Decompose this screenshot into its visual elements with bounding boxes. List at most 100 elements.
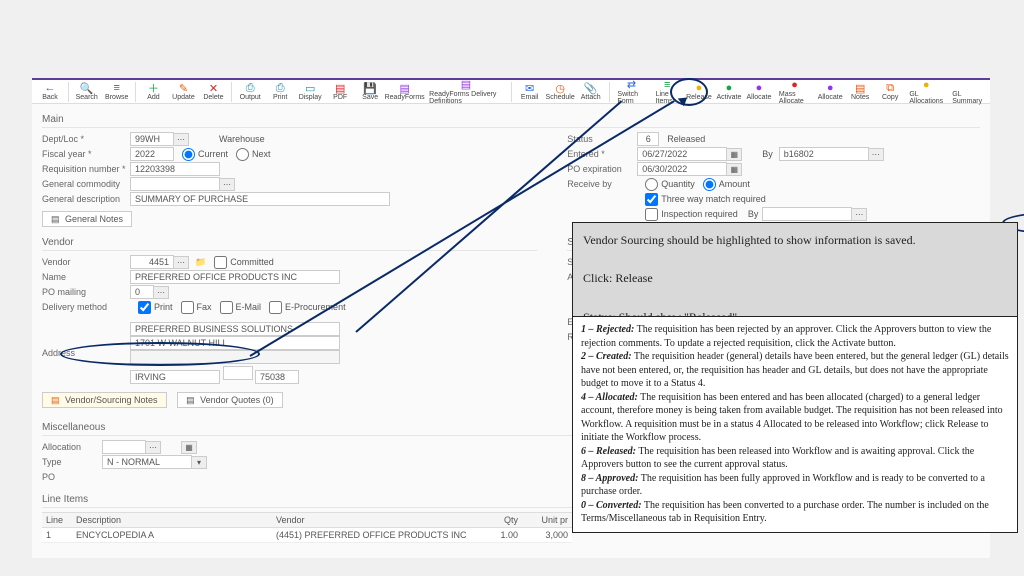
allocate2-button[interactable]: ●Allocate <box>816 82 844 101</box>
schedule-button[interactable]: ◷Schedule <box>546 82 575 101</box>
dropdown-icon[interactable]: ▾ <box>191 456 207 469</box>
glsummary-button[interactable]: GL Summary <box>948 79 986 105</box>
zip-field[interactable]: 75038 <box>255 370 299 384</box>
print-check[interactable] <box>138 301 151 314</box>
calendar-icon[interactable]: ▦ <box>726 148 742 161</box>
pomail-field[interactable]: 0 <box>130 285 154 299</box>
type-field[interactable]: N - NORMAL <box>102 455 192 469</box>
calendar-icon[interactable]: ▦ <box>726 163 742 176</box>
th-desc[interactable]: Description <box>72 513 272 527</box>
lineitems-button[interactable]: ≡Line Items <box>652 79 683 105</box>
inspection-by-field[interactable] <box>762 207 852 221</box>
inspection-check[interactable] <box>645 208 658 221</box>
lookup-icon[interactable]: ⋯ <box>145 441 161 454</box>
threeway-check[interactable] <box>645 193 658 206</box>
status-code-field: 6 <box>637 132 659 146</box>
note-icon: ▤ <box>186 395 196 405</box>
save-icon: 💾 <box>364 82 376 94</box>
section-vendor: Vendor <box>42 233 537 251</box>
email-button[interactable]: ✉Email <box>516 82 544 101</box>
lookup-icon[interactable]: ⋯ <box>173 256 189 269</box>
lookup-icon[interactable]: ⋯ <box>173 133 189 146</box>
gencom-field[interactable] <box>130 177 220 191</box>
lookup-icon[interactable]: ⋯ <box>868 148 884 161</box>
rfdelivery-button[interactable]: ▤ReadyForms Delivery Definitions <box>425 79 507 105</box>
reqnum-field[interactable]: 12203398 <box>130 162 220 176</box>
name-field[interactable]: PREFERRED OFFICE PRODUCTS INC <box>130 270 340 284</box>
update-button[interactable]: ✎Update <box>169 82 197 101</box>
browse-button[interactable]: ≡Browse <box>103 82 131 101</box>
email-check[interactable] <box>220 301 233 314</box>
vendor-quotes-button[interactable]: ▤Vendor Quotes (0) <box>177 392 283 408</box>
eproc-check[interactable] <box>269 301 282 314</box>
lookup-icon[interactable]: ⋯ <box>219 178 235 191</box>
gendesc-label: General description <box>42 194 130 204</box>
plus-icon: ＋ <box>147 82 159 94</box>
notes-icon: ▤ <box>854 82 866 94</box>
readyforms-button[interactable]: ▤ReadyForms <box>386 82 423 101</box>
gendesc-field[interactable]: SUMMARY OF PURCHASE <box>130 192 390 206</box>
amount-radio[interactable] <box>703 178 716 191</box>
table-row[interactable]: 1 ENCYCLOPEDIA A (4451) PREFERRED OFFICE… <box>42 528 572 543</box>
address-label: Address <box>42 348 130 358</box>
th-vendor[interactable]: Vendor <box>272 513 472 527</box>
back-button[interactable]: ←Back <box>36 82 64 101</box>
print-icon: ⎙ <box>274 82 286 94</box>
quantity-radio[interactable] <box>645 178 658 191</box>
allocation-field[interactable] <box>102 440 146 454</box>
addr3-field[interactable] <box>130 350 340 364</box>
th-qty[interactable]: Qty <box>472 513 522 527</box>
poexp-label: PO expiration <box>567 164 637 174</box>
release-button[interactable]: ●Release <box>685 82 713 101</box>
display-button[interactable]: ▭Display <box>296 82 324 101</box>
arrow-left-icon: ← <box>44 82 56 94</box>
lookup-icon[interactable]: ⋯ <box>153 286 169 299</box>
delete-button[interactable]: ✕Delete <box>199 82 227 101</box>
glalloc-button[interactable]: ●GL Allocations <box>906 79 946 105</box>
fy-field[interactable]: 2022 <box>130 147 174 161</box>
allocate-button[interactable]: ●Allocate <box>745 82 773 101</box>
deptloc-field[interactable]: 99WH <box>130 132 174 146</box>
next-radio[interactable] <box>236 148 249 161</box>
city-field[interactable]: IRVING <box>130 370 220 384</box>
receiveby-label: Receive by <box>567 179 637 189</box>
addr1-field[interactable]: PREFERRED BUSINESS SOLUTIONS <box>130 322 340 336</box>
vendor-code-field[interactable]: 4451 <box>130 255 174 269</box>
folder-icon[interactable]: 📁 <box>195 257 206 268</box>
addr2-field[interactable]: 1701 W WALNUT HILL <box>130 336 340 350</box>
name-label: Name <box>42 272 130 282</box>
notes-button[interactable]: ▤Notes <box>846 82 874 101</box>
activate-button[interactable]: ●Activate <box>715 82 743 101</box>
th-line[interactable]: Line <box>42 513 72 527</box>
by-field[interactable]: b16802 <box>779 147 869 161</box>
attach-button[interactable]: 📎Attach <box>577 82 605 101</box>
massallocate-button[interactable]: ●Mass Allocate <box>775 79 814 105</box>
switchform-button[interactable]: ⇄Switch Form <box>613 79 649 105</box>
vendor-sourcing-notes-button[interactable]: ▤Vendor/Sourcing Notes <box>42 392 167 408</box>
search-button[interactable]: 🔍Search <box>73 82 101 101</box>
warehouse-label: Warehouse <box>219 134 265 144</box>
committed-check[interactable] <box>214 256 227 269</box>
general-notes-button[interactable]: ▤General Notes <box>42 211 132 227</box>
output-button[interactable]: ⎙Output <box>236 82 264 101</box>
type-label: Type <box>42 457 102 467</box>
copy-button[interactable]: ⧉Copy <box>876 82 904 101</box>
fax-check[interactable] <box>181 301 194 314</box>
poexp-field[interactable]: 06/30/2022 <box>637 162 727 176</box>
clock-icon: ◷ <box>554 82 566 94</box>
reqnum-label: Requisition number * <box>42 164 130 174</box>
output-icon: ⎙ <box>244 82 256 94</box>
allocate-icon: ● <box>753 82 765 94</box>
print-button[interactable]: ⎙Print <box>266 82 294 101</box>
entered-field[interactable]: 06/27/2022 <box>637 147 727 161</box>
switch-icon: ⇄ <box>625 79 637 91</box>
pdf-button[interactable]: ▤PDF <box>326 82 354 101</box>
save-button[interactable]: 💾Save <box>356 82 384 101</box>
current-radio[interactable] <box>182 148 195 161</box>
th-up[interactable]: Unit pr <box>522 513 572 527</box>
lookup-icon[interactable]: ⋯ <box>851 208 867 221</box>
state-field[interactable] <box>223 366 253 380</box>
calendar-icon[interactable]: ▦ <box>181 441 197 454</box>
add-button[interactable]: ＋Add <box>139 82 167 101</box>
list-icon: ≡ <box>111 82 123 94</box>
